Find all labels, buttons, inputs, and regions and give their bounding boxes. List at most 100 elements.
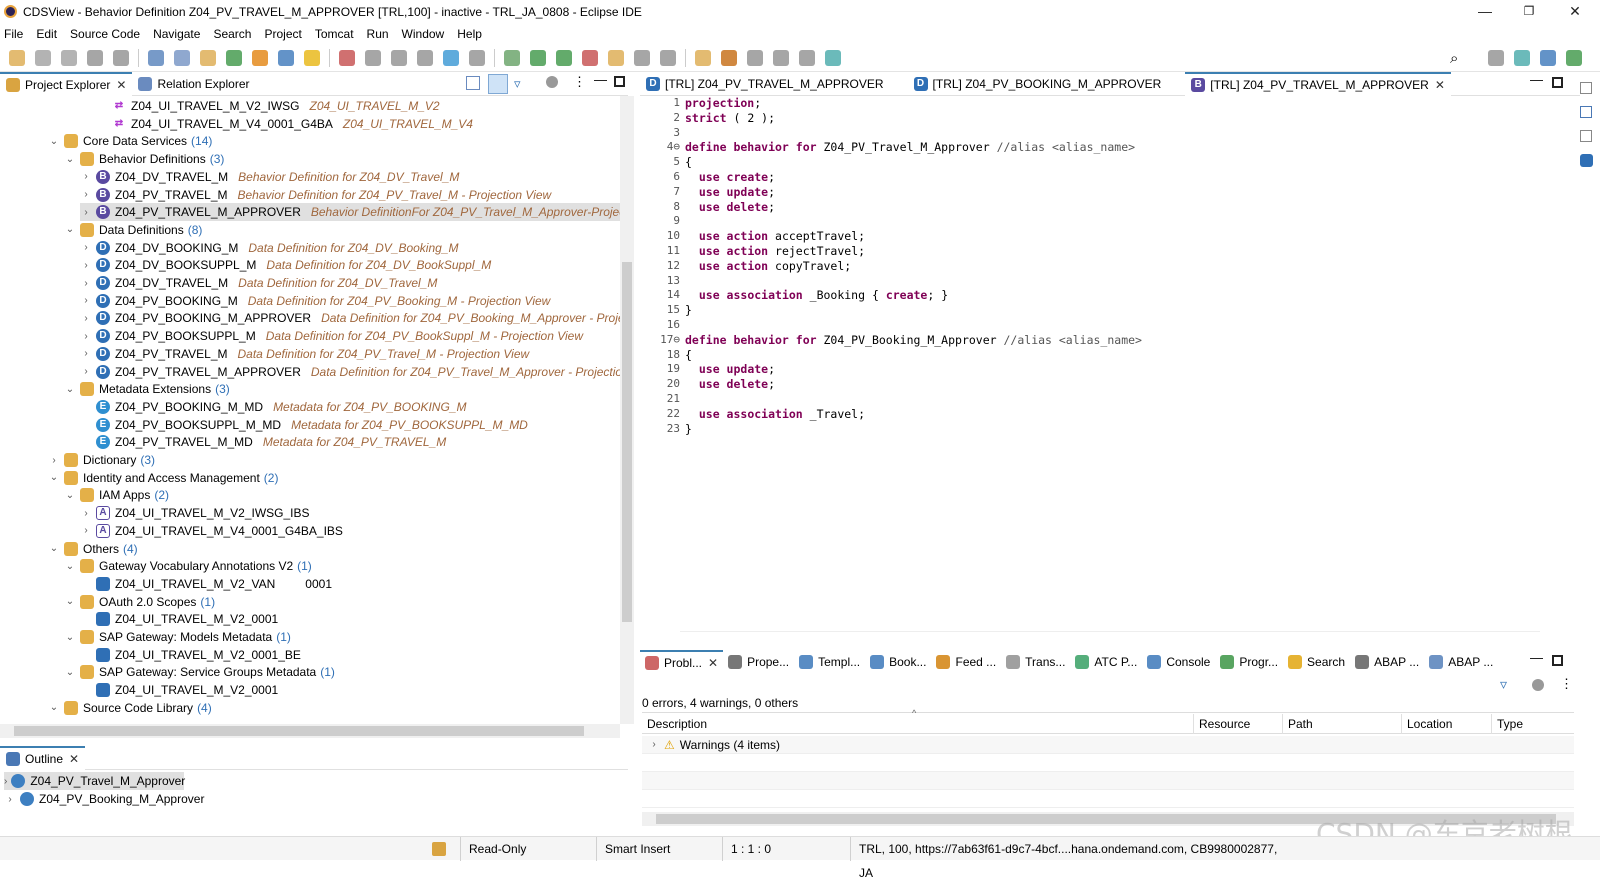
sync-icon[interactable] — [278, 49, 294, 66]
perspective-icon[interactable] — [1540, 50, 1556, 66]
chevron-right-icon[interactable]: › — [80, 508, 92, 519]
chevron-right-icon[interactable]: › — [80, 278, 92, 289]
tree-item[interactable]: › B Z04_DV_TRAVEL_M Behavior Definition for… — [80, 168, 459, 186]
search-tab[interactable]: Search — [1283, 650, 1350, 674]
menu-source-code[interactable]: Source Code — [70, 27, 140, 41]
code-line[interactable]: { — [685, 348, 1142, 363]
scroll-thumb[interactable] — [622, 262, 632, 622]
properties-tab[interactable]: Prope... — [723, 650, 794, 674]
progress-tab[interactable]: Progr... — [1215, 650, 1283, 674]
forward-icon[interactable] — [773, 49, 789, 66]
chevron-down-icon[interactable]: ⌄ — [64, 596, 76, 607]
chevron-right-icon[interactable]: › — [80, 171, 92, 182]
table-row[interactable]: › ⚠ Warnings (4 items) — [642, 736, 1574, 754]
tree-item[interactable]: E Z04_PV_BOOKING_M_MD Metadata for Z04_PV_… — [80, 398, 466, 416]
chevron-down-icon[interactable]: ⌄ — [48, 543, 60, 554]
save-icon[interactable] — [35, 49, 51, 66]
settings-icon[interactable] — [546, 76, 558, 88]
code-line[interactable]: use delete; — [685, 200, 1142, 215]
code-line[interactable]: use update; — [685, 185, 1142, 200]
column-path[interactable]: Path — [1283, 714, 1402, 734]
view-menu-icon[interactable]: ⋮ — [1560, 676, 1573, 692]
transport-organizer-tab[interactable]: Trans... — [1001, 650, 1070, 674]
outline-item[interactable]: › Z04_PV_Booking_M_Approver — [4, 790, 204, 808]
templates-tab[interactable]: Templ... — [794, 650, 865, 674]
code-line[interactable] — [685, 392, 1142, 407]
chevron-down-icon[interactable]: ⌄ — [48, 136, 60, 147]
code-line[interactable]: { — [685, 155, 1142, 170]
close-button[interactable]: ✕ — [1552, 0, 1598, 23]
close-icon[interactable]: ✕ — [1435, 78, 1445, 92]
redo-icon[interactable] — [113, 49, 129, 66]
column-type[interactable]: Type — [1492, 714, 1574, 734]
code-line[interactable]: define behavior for Z04_PV_Booking_M_App… — [685, 333, 1142, 348]
menu-search[interactable]: Search — [213, 27, 251, 41]
tree-item[interactable]: ⌄ Core Data Services (14) — [48, 132, 212, 150]
editor-tab[interactable]: D [TRL] Z04_PV_TRAVEL_M_APPROVER — [640, 72, 890, 96]
chevron-right-icon[interactable]: › — [80, 366, 92, 377]
code-line[interactable]: use create; — [685, 170, 1142, 185]
chevron-right-icon[interactable]: › — [4, 794, 16, 805]
chevron-down-icon[interactable]: ⌄ — [64, 632, 76, 643]
close-icon[interactable]: ✕ — [116, 78, 126, 92]
tree-item[interactable]: ⇄ Z04_UI_TRAVEL_M_V4_0001_G4BA Z04_UI_TRAV… — [96, 115, 473, 133]
menu-help[interactable]: Help — [457, 27, 482, 41]
tree-item[interactable]: ⌄ Source Code Library (4) — [48, 699, 212, 717]
chevron-down-icon[interactable]: ⌄ — [48, 472, 60, 483]
column-location[interactable]: Location — [1402, 714, 1492, 734]
code-area[interactable]: projection; strict ( 2 ); define behavior… — [685, 96, 1142, 436]
close-icon[interactable]: ✕ — [69, 752, 79, 766]
new-icon[interactable] — [9, 49, 25, 66]
link-editor-icon[interactable] — [488, 74, 508, 94]
chevron-down-icon[interactable]: ⌄ — [48, 702, 60, 713]
minimize-button[interactable]: — — [1462, 0, 1508, 23]
menu-window[interactable]: Window — [402, 27, 445, 41]
search-icon[interactable] — [174, 49, 190, 66]
code-line[interactable]: use update; — [685, 362, 1142, 377]
tree-item[interactable]: › B Z04_PV_TRAVEL_M_APPROVER Behavior Defin… — [80, 203, 620, 222]
print-icon[interactable] — [365, 49, 381, 66]
column-resource[interactable]: Resource — [1194, 714, 1283, 734]
code-line[interactable]: use action rejectTravel; — [685, 244, 1142, 259]
maximize-view-icon[interactable] — [1552, 655, 1563, 666]
atc-problems-tab[interactable]: ATC P... — [1070, 650, 1142, 674]
system-icon[interactable] — [432, 842, 446, 856]
outline-icon[interactable] — [1580, 106, 1592, 118]
tree-item[interactable]: ⌄ Others (4) — [48, 540, 138, 558]
chevron-right-icon[interactable]: › — [648, 739, 660, 750]
run-icon[interactable] — [530, 49, 546, 66]
column-description[interactable]: Description — [642, 714, 1194, 734]
problems-tab[interactable]: Probl... ✕ — [640, 650, 724, 674]
tree-item[interactable]: › D Z04_PV_BOOKSUPPL_M Data Definition for … — [80, 327, 583, 345]
open-project-icon[interactable] — [200, 49, 216, 66]
filter-icon[interactable]: ▿ — [514, 76, 521, 92]
chevron-right-icon[interactable]: › — [4, 776, 7, 787]
menu-navigate[interactable]: Navigate — [153, 27, 200, 41]
prev-annotation-icon[interactable] — [695, 49, 711, 66]
tree-item[interactable]: › D Z04_DV_BOOKSUPPL_M Data Definition for … — [80, 256, 491, 274]
code-line[interactable] — [685, 318, 1142, 333]
editor-tab-active[interactable]: B [TRL] Z04_PV_TRAVEL_M_APPROVER ✕ — [1185, 71, 1451, 96]
close-icon[interactable]: ✕ — [708, 656, 718, 670]
chevron-right-icon[interactable]: › — [80, 260, 92, 271]
code-line[interactable]: define behavior for Z04_PV_Travel_M_Appr… — [685, 140, 1142, 155]
help-icon[interactable] — [1580, 154, 1593, 167]
tree-item[interactable]: ⌄ Data Definitions (8) — [64, 221, 202, 239]
tree-item[interactable]: ⌄ Behavior Definitions (3) — [64, 150, 224, 168]
editor-horizontal-scrollbar[interactable] — [680, 631, 1540, 643]
chevron-right-icon[interactable]: › — [80, 295, 92, 306]
run-icon[interactable] — [226, 49, 242, 66]
settings-icon[interactable] — [1532, 679, 1544, 691]
tree-item[interactable]: ⇄ Z04_UI_TRAVEL_M_V2_IWSG Z04_UI_TRAVEL_M_… — [96, 97, 440, 115]
build-icon[interactable] — [252, 49, 268, 66]
menu-project[interactable]: Project — [264, 27, 301, 41]
search-icon[interactable]: ⌕ — [1450, 50, 1458, 67]
tree-item[interactable]: ⌄ SAP Gateway: Models Metadata (1) — [64, 628, 291, 646]
menu-run[interactable]: Run — [367, 27, 389, 41]
scroll-thumb[interactable] — [14, 726, 584, 736]
restore-icon[interactable] — [1580, 82, 1592, 94]
minimize-view-icon[interactable]: — — [594, 72, 607, 87]
chevron-down-icon[interactable]: ⌄ — [64, 667, 76, 678]
tree-item[interactable]: ⌄ OAuth 2.0 Scopes (1) — [64, 593, 215, 611]
tab-relation-explorer[interactable]: Relation Explorer — [132, 72, 255, 96]
